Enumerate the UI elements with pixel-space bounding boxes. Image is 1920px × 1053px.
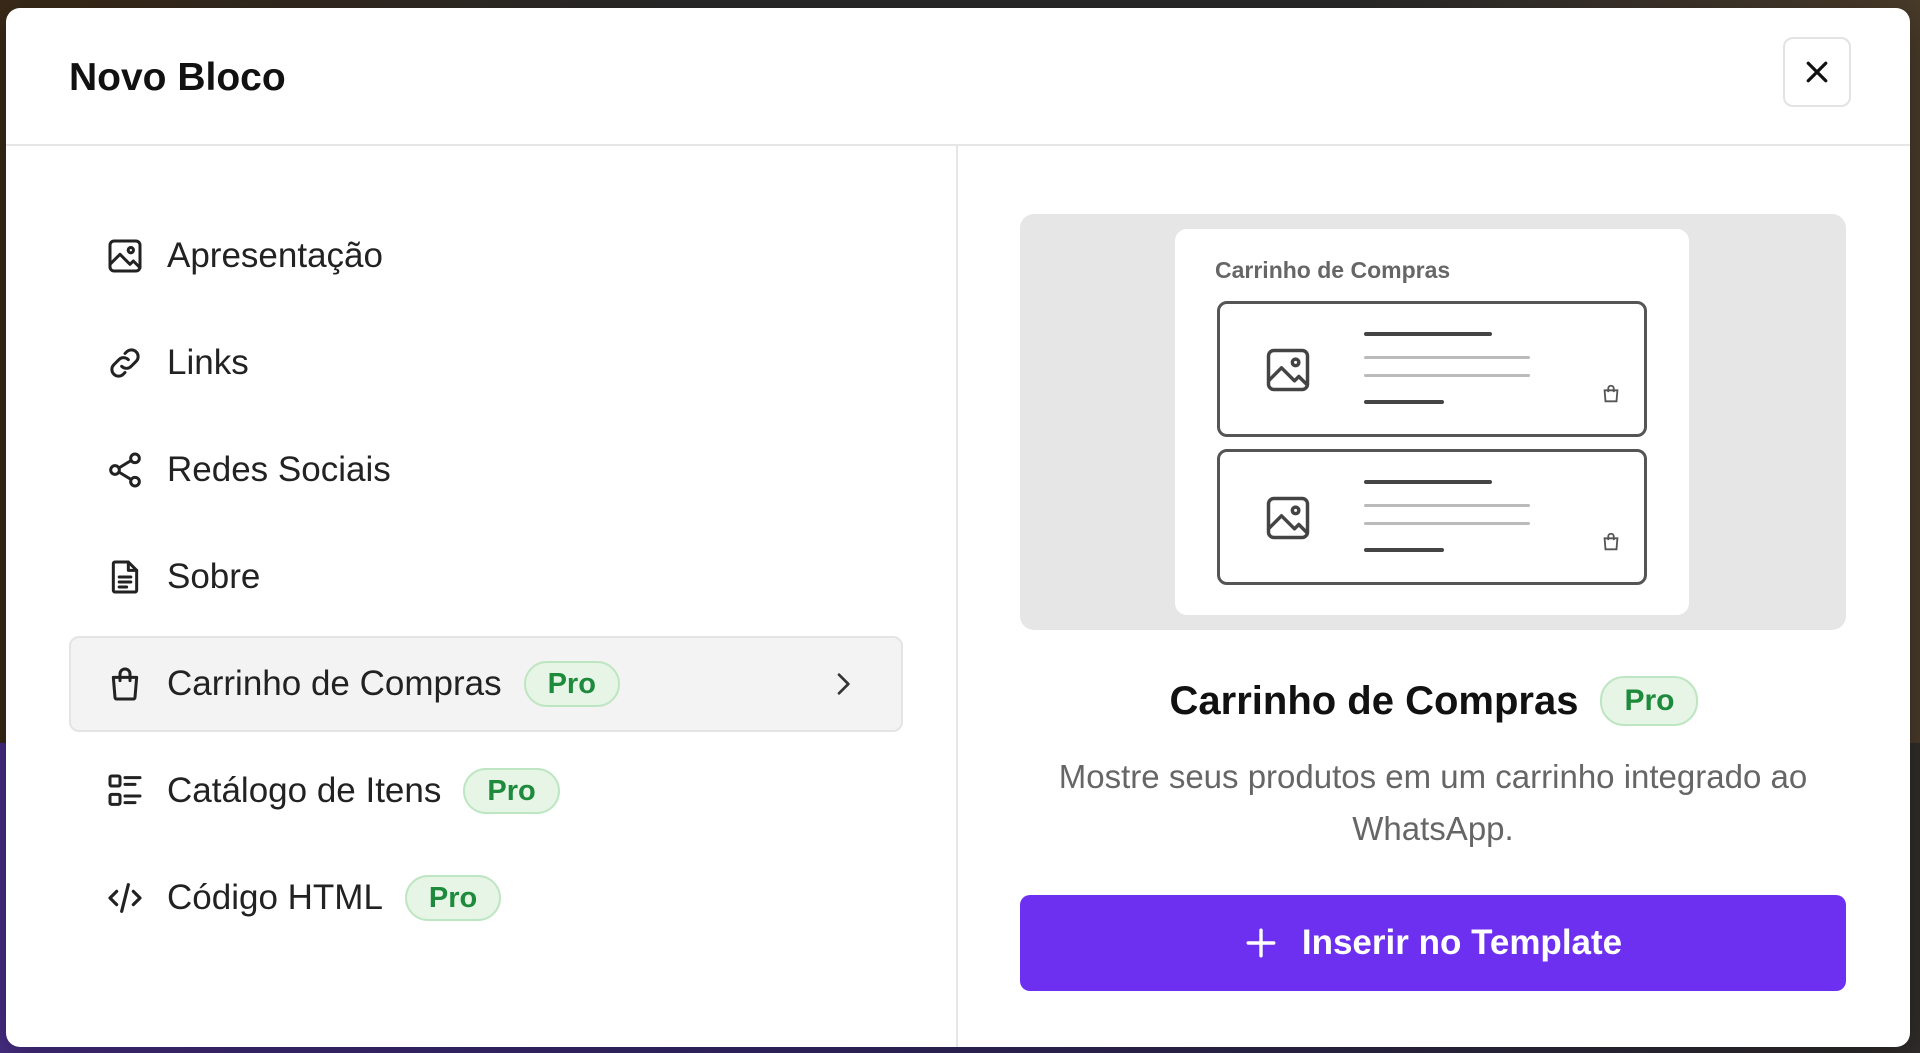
close-button[interactable] <box>1783 37 1851 107</box>
image-placeholder-icon <box>1262 344 1314 401</box>
menu-item-carrinho-de-compras[interactable]: Carrinho de Compras Pro <box>69 636 903 732</box>
modal-title: Novo Bloco <box>69 56 286 99</box>
preview-line <box>1364 548 1444 552</box>
menu-item-label: Apresentação <box>167 236 383 275</box>
add-to-cart-icon <box>1600 383 1622 410</box>
link-icon <box>105 343 145 383</box>
modal-header: Novo Bloco <box>6 8 1910 146</box>
insert-button-label: Inserir no Template <box>1301 923 1623 962</box>
preview-line <box>1364 332 1492 336</box>
preview-product-row <box>1217 449 1647 585</box>
pro-badge: Pro <box>1600 676 1699 726</box>
new-block-modal: Novo Bloco Apresentação Links Redes Soci… <box>6 8 1910 1047</box>
share-icon <box>105 450 145 490</box>
menu-item-sobre[interactable]: Sobre <box>69 529 903 625</box>
preview-description: Mostre seus produtos em um carrinho inte… <box>1058 758 1808 847</box>
chevron-right-icon <box>827 668 859 705</box>
pro-badge: Pro <box>523 661 620 707</box>
pro-badge: Pro <box>404 875 502 921</box>
insert-into-template-button[interactable]: Inserir no Template <box>1020 895 1846 991</box>
block-type-list: Apresentação Links Redes Sociais Sobre C… <box>69 208 903 957</box>
close-icon <box>1806 61 1828 83</box>
preview-card: Carrinho de Compras <box>1175 229 1689 615</box>
preview-line <box>1364 400 1444 404</box>
preview-card-title: Carrinho de Compras <box>1215 257 1451 283</box>
menu-item-links[interactable]: Links <box>69 315 903 411</box>
menu-item-label: Links <box>167 343 249 382</box>
image-placeholder-icon <box>1262 492 1314 549</box>
menu-item-label: Carrinho de Compras <box>167 664 502 703</box>
block-preview-panel: Carrinho de Compras Carrinho de Compras … <box>958 146 1910 1047</box>
preview-line <box>1364 480 1492 484</box>
pro-badge: Pro <box>463 768 560 814</box>
menu-item-label: Código HTML <box>167 878 383 917</box>
preview-title: Carrinho de Compras <box>1169 678 1579 723</box>
shopping-bag-icon <box>105 664 145 704</box>
menu-item-apresentacao[interactable]: Apresentação <box>69 208 903 304</box>
plus-icon <box>1244 926 1278 960</box>
menu-item-label: Catálogo de Itens <box>167 771 442 810</box>
preview-image: Carrinho de Compras <box>1020 214 1846 630</box>
menu-item-codigo-html[interactable]: Código HTML Pro <box>69 850 903 946</box>
add-to-cart-icon <box>1600 531 1622 558</box>
menu-item-label: Redes Sociais <box>167 450 391 489</box>
preview-line <box>1364 522 1530 525</box>
code-icon <box>105 878 145 918</box>
preview-title-row: Carrinho de Compras Pro <box>958 676 1910 726</box>
modal-body: Apresentação Links Redes Sociais Sobre C… <box>6 146 1910 1047</box>
menu-item-catalogo-de-itens[interactable]: Catálogo de Itens Pro <box>69 743 903 839</box>
document-icon <box>105 557 145 597</box>
catalog-list-icon <box>105 771 145 811</box>
menu-item-redes-sociais[interactable]: Redes Sociais <box>69 422 903 518</box>
preview-line <box>1364 374 1530 377</box>
preview-line <box>1364 504 1530 507</box>
block-type-list-panel: Apresentação Links Redes Sociais Sobre C… <box>6 146 958 1047</box>
preview-product-row <box>1217 301 1647 437</box>
preview-line <box>1364 356 1530 359</box>
image-icon <box>105 236 145 276</box>
menu-item-label: Sobre <box>167 557 261 596</box>
